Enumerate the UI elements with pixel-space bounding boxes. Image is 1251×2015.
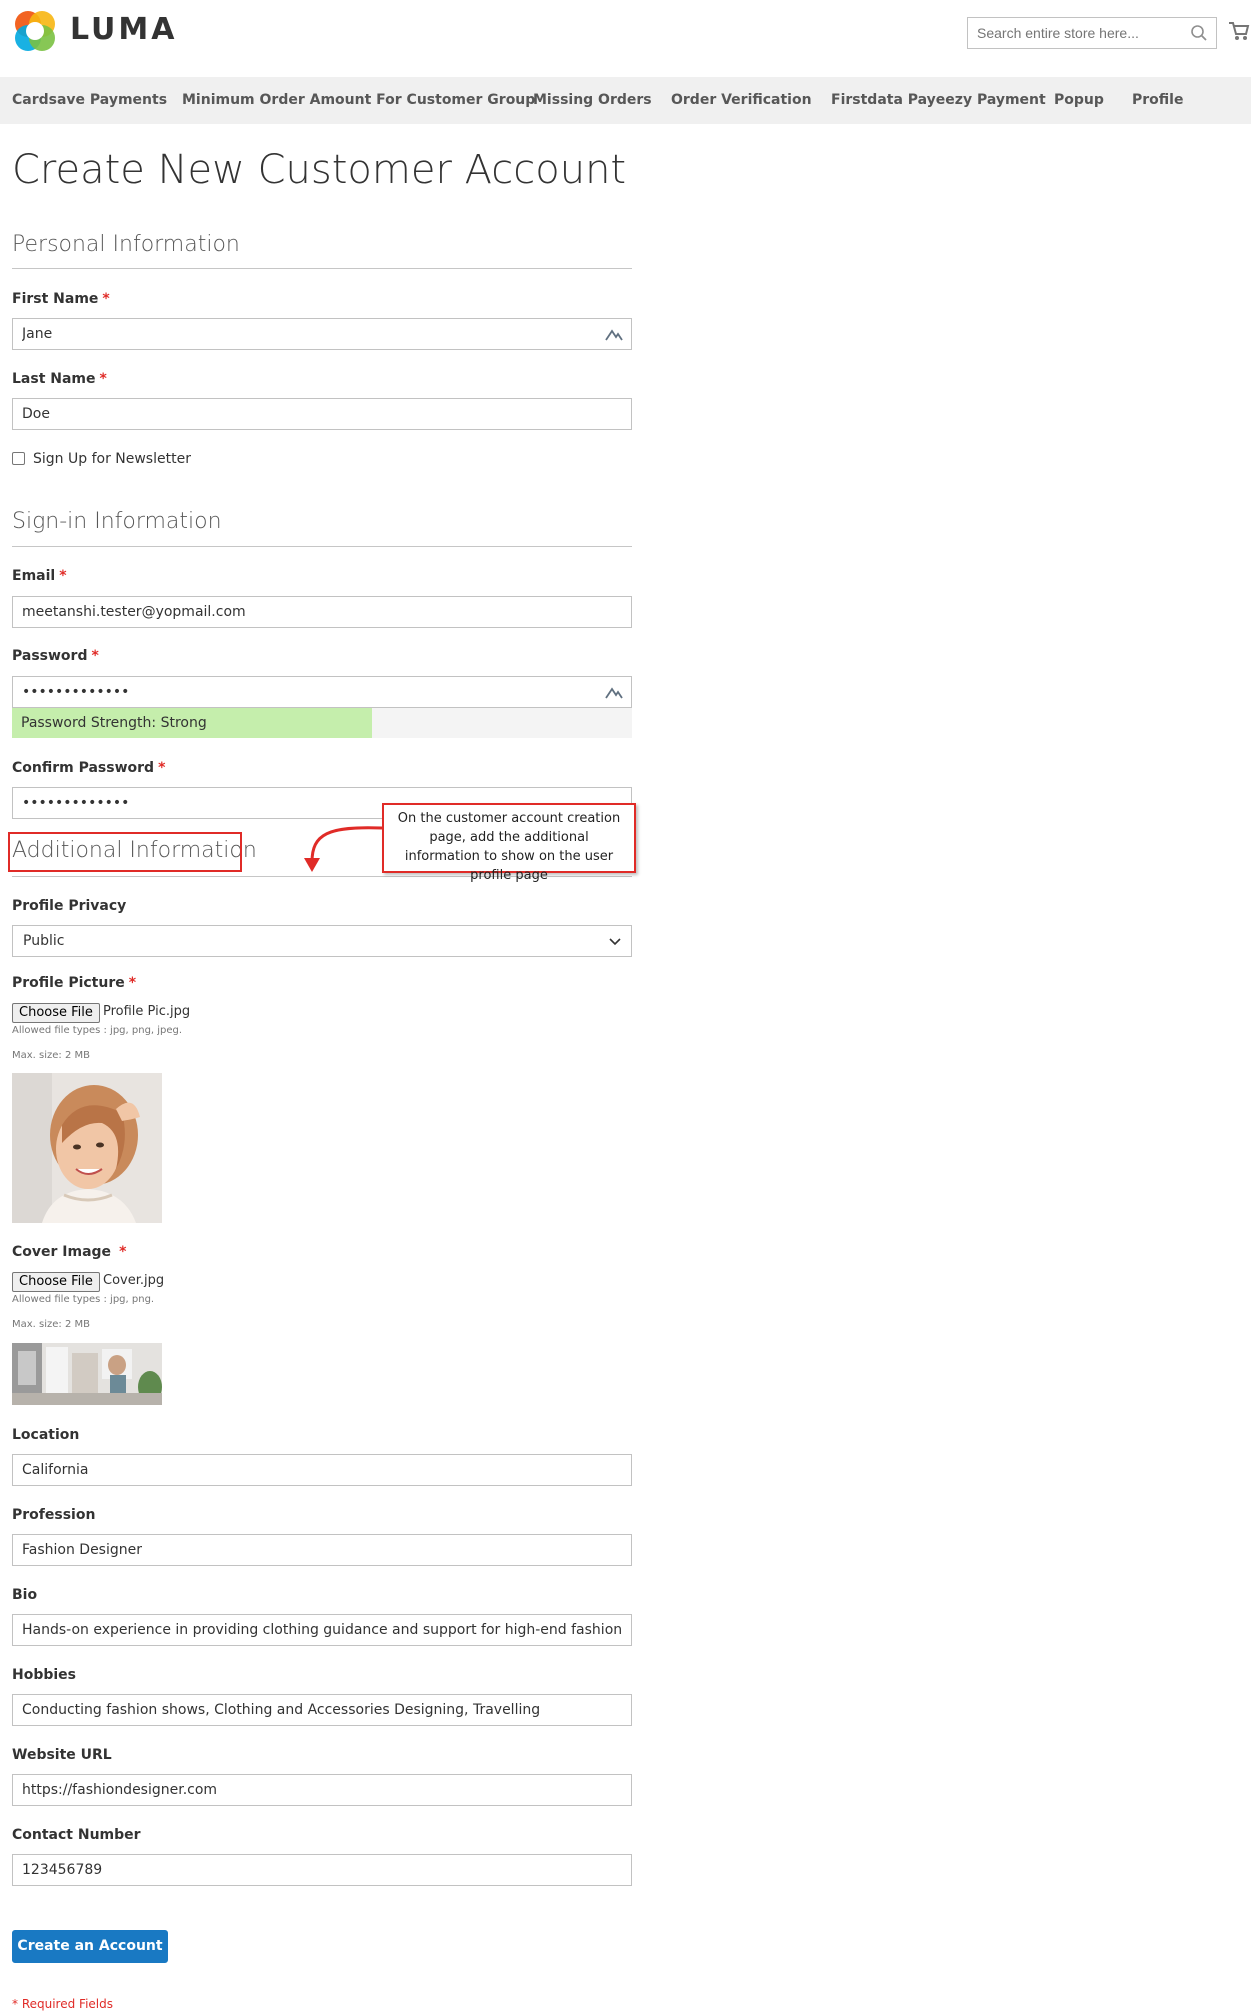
luma-logo-icon[interactable]	[12, 8, 58, 54]
callout-arrow-icon	[304, 826, 383, 872]
page-title: Create New Customer Account	[12, 147, 627, 193]
brand-name[interactable]: LUMA	[70, 12, 177, 47]
cover-image-file-name: Cover.jpg	[103, 1273, 165, 1288]
email-label: Email *	[12, 568, 67, 584]
section-title-personal: Personal Information	[12, 232, 240, 257]
contact-number-value: 123456789	[22, 1862, 103, 1878]
first-name-label: First Name *	[12, 291, 110, 307]
nav-item-missing-orders[interactable]: Missing Orders	[533, 92, 652, 108]
email-field[interactable]: meetanshi.tester@yopmail.com	[12, 596, 632, 628]
nav-item-cardsave-payments[interactable]: Cardsave Payments	[12, 92, 167, 108]
nav-item-firstdata-payeezy[interactable]: Firstdata Payeezy Payment	[831, 92, 1046, 108]
nav-item-minimum-order-amount[interactable]: Minimum Order Amount For Customer Group	[182, 92, 535, 108]
cover-image-preview	[12, 1343, 162, 1405]
search-input[interactable]	[968, 18, 1178, 48]
profile-picture-file-name: Profile Pic.jpg	[103, 1004, 191, 1019]
cover-image-label: Cover Image *	[12, 1244, 127, 1260]
required-fields-note: * Required Fields	[12, 1997, 113, 2011]
section-divider	[12, 546, 632, 547]
cover-image-allowed-types: Allowed file types : jpg, png.	[12, 1294, 155, 1305]
hobbies-label: Hobbies	[12, 1667, 77, 1683]
autofill-key-icon[interactable]	[605, 686, 623, 700]
profile-privacy-label: Profile Privacy	[12, 898, 127, 914]
password-value: •••••••••••••	[22, 684, 130, 700]
section-divider	[12, 268, 632, 269]
create-account-button[interactable]: Create an Account	[12, 1930, 168, 1963]
cover-image-image	[12, 1343, 162, 1405]
contact-number-field[interactable]: 123456789	[12, 1854, 632, 1886]
annotation-callout: On the customer account creation page, a…	[382, 803, 636, 883]
website-url-value: https://fashiondesigner.com	[22, 1782, 218, 1798]
location-value: California	[22, 1462, 89, 1478]
search-box[interactable]	[967, 17, 1217, 49]
profile-picture-preview	[12, 1073, 162, 1223]
section-title-signin: Sign-in Information	[12, 509, 222, 534]
chevron-down-icon	[609, 938, 621, 946]
highlight-box	[8, 832, 242, 872]
location-field[interactable]: California	[12, 1454, 632, 1486]
profile-privacy-value: Public	[23, 933, 65, 949]
newsletter-checkbox[interactable]	[12, 452, 25, 465]
nav-item-popup[interactable]: Popup	[1054, 92, 1104, 108]
nav-item-profile[interactable]: Profile	[1132, 92, 1183, 108]
profession-field[interactable]: Fashion Designer	[12, 1534, 632, 1566]
website-url-field[interactable]: https://fashiondesigner.com	[12, 1774, 632, 1806]
first-name-field[interactable]: Jane	[12, 318, 632, 350]
profession-label: Profession	[12, 1507, 96, 1523]
bio-label: Bio	[12, 1587, 38, 1603]
main-nav: Cardsave Payments Minimum Order Amount F…	[0, 77, 1251, 124]
first-name-value: Jane	[22, 326, 53, 342]
last-name-value: Doe	[22, 406, 50, 422]
bio-field[interactable]: Hands-on experience in providing clothin…	[12, 1614, 632, 1646]
hobbies-value: Conducting fashion shows, Clothing and A…	[22, 1702, 541, 1718]
profile-picture-max-size: Max. size: 2 MB	[12, 1050, 90, 1061]
profile-picture-label: Profile Picture *	[12, 975, 137, 991]
autofill-key-icon[interactable]	[605, 328, 623, 342]
cover-image-choose-file-button[interactable]: Choose File	[12, 1272, 100, 1292]
cover-image-max-size: Max. size: 2 MB	[12, 1319, 90, 1330]
profession-value: Fashion Designer	[22, 1542, 142, 1558]
password-field[interactable]: •••••••••••••	[12, 676, 632, 708]
password-strength-text: Password Strength: Strong	[21, 715, 207, 731]
search-icon[interactable]	[1190, 24, 1208, 42]
last-name-label: Last Name *	[12, 371, 107, 387]
hobbies-field[interactable]: Conducting fashion shows, Clothing and A…	[12, 1694, 632, 1726]
last-name-field[interactable]: Doe	[12, 398, 632, 430]
contact-number-label: Contact Number	[12, 1827, 141, 1843]
profile-picture-image	[12, 1073, 162, 1223]
password-label: Password *	[12, 648, 99, 664]
location-label: Location	[12, 1427, 80, 1443]
password-strength-meter: Password Strength: Strong	[12, 708, 632, 738]
confirm-password-label: Confirm Password *	[12, 760, 166, 776]
cart-icon[interactable]	[1228, 20, 1250, 42]
bio-value: Hands-on experience in providing clothin…	[22, 1622, 622, 1638]
website-url-label: Website URL	[12, 1747, 112, 1763]
profile-privacy-select[interactable]: Public	[12, 925, 632, 957]
profile-picture-allowed-types: Allowed file types : jpg, png, jpeg.	[12, 1025, 183, 1036]
nav-item-order-verification[interactable]: Order Verification	[671, 92, 812, 108]
email-value: meetanshi.tester@yopmail.com	[22, 604, 246, 620]
page-header: LUMA	[0, 0, 1251, 77]
profile-picture-choose-file-button[interactable]: Choose File	[12, 1003, 100, 1023]
newsletter-label[interactable]: Sign Up for Newsletter	[33, 451, 191, 467]
